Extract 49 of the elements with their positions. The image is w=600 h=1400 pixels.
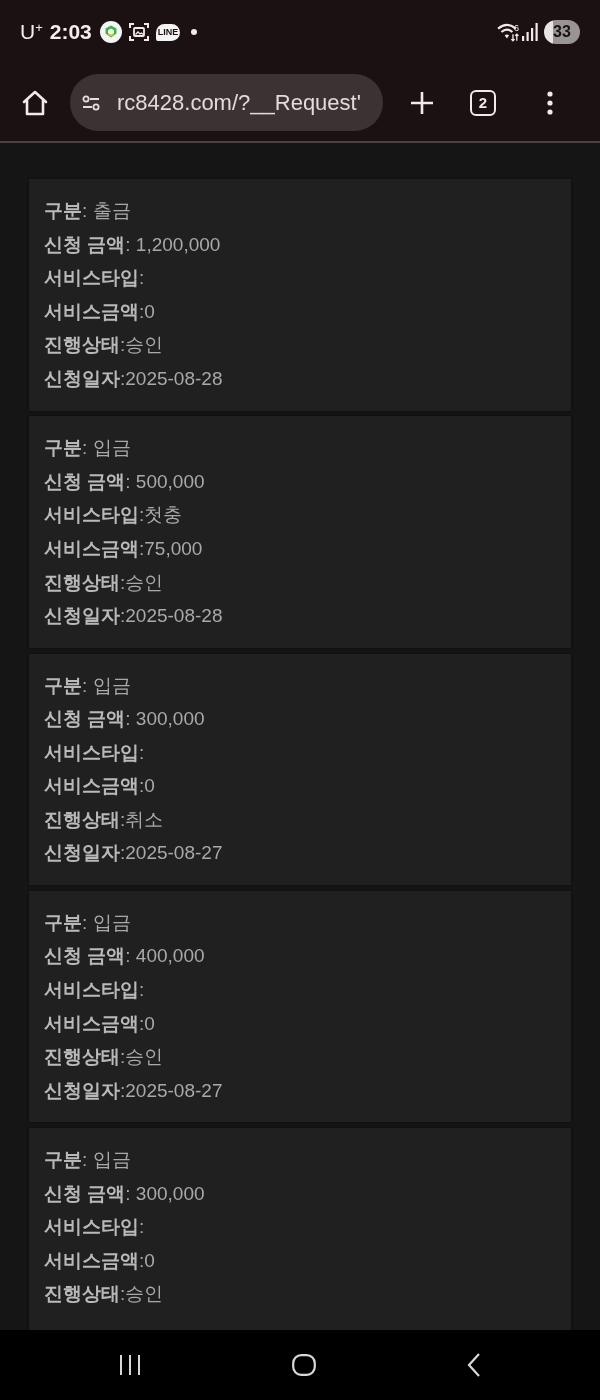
record-field: 서비스금액:0 [44, 1243, 556, 1278]
hexagon-app-icon [99, 21, 122, 43]
record-field: 구분: 입금 [44, 431, 556, 465]
tab-count-button[interactable]: 2 [470, 89, 496, 116]
record-field: 서비스금액:0 [44, 294, 556, 329]
notification-dot-icon [191, 29, 198, 35]
record-field: 신청 금액: 300,000 [44, 1176, 556, 1211]
record-field: 구분: 입금 [44, 1143, 556, 1177]
recent-apps-icon[interactable] [119, 1354, 142, 1376]
clock-time: 2:03 [49, 20, 92, 44]
record-field: 서비스금액:0 [44, 769, 556, 803]
new-tab-plus-icon[interactable] [410, 90, 434, 115]
carrier-label: U$^{+}$ [20, 20, 43, 44]
record-field: 서비스금액:0 [44, 1006, 556, 1041]
record-field: 구분: 입금 [44, 905, 556, 940]
chat-app-logo: LINE [155, 23, 181, 41]
screenshot-frame-icon [127, 21, 150, 43]
signal-bars-icon [522, 23, 538, 41]
record-field: 진행상태:승인 [44, 565, 556, 600]
record-field: 서비스타입: [44, 261, 556, 295]
record-field: 신청일자:2025-08-28 [44, 599, 556, 633]
back-icon[interactable] [466, 1353, 481, 1377]
home-nav-icon[interactable] [292, 1354, 316, 1376]
record-field: 서비스타입:첫충 [44, 498, 556, 533]
record-field: 서비스타입: [44, 1210, 556, 1244]
wifi-icon [497, 22, 519, 42]
record-field: 신청 금액: 1,200,000 [44, 227, 556, 262]
url-text: rc8428.com/?__Request' [117, 89, 361, 116]
battery-indicator: 33 [544, 20, 580, 44]
record-field: 구분: 입금 [44, 668, 556, 703]
wifi-standard-label: 6 [514, 23, 519, 33]
record-field: 신청일자:2025-08-27 [44, 1073, 556, 1108]
record-field: 신청 금액: 500,000 [44, 464, 556, 499]
record-field: 진행상태:승인 [44, 1277, 556, 1311]
address-bar[interactable]: rc8428.com/?__Request' [70, 74, 383, 131]
home-icon[interactable] [22, 89, 48, 116]
sliders-icon[interactable] [82, 94, 100, 111]
more-menu-icon[interactable] [547, 90, 553, 115]
record-field: 서비스타입: [44, 735, 556, 770]
record-field: 신청 금액: 400,000 [44, 939, 556, 973]
record-field: 신청 금액: 300,000 [44, 702, 556, 736]
record-field: 서비스타입: [44, 972, 556, 1007]
record-field: 진행상태:취소 [44, 802, 556, 837]
record-field: 신청일자:2025-08-28 [44, 361, 556, 396]
record-field: 서비스금액:75,000 [44, 532, 556, 566]
record-field: 진행상태:승인 [44, 328, 556, 362]
record-field: 신청일자:2025-08-27 [44, 836, 556, 871]
record-field: 진행상태:승인 [44, 1040, 556, 1074]
record-field: 구분: 출금 [44, 194, 556, 228]
